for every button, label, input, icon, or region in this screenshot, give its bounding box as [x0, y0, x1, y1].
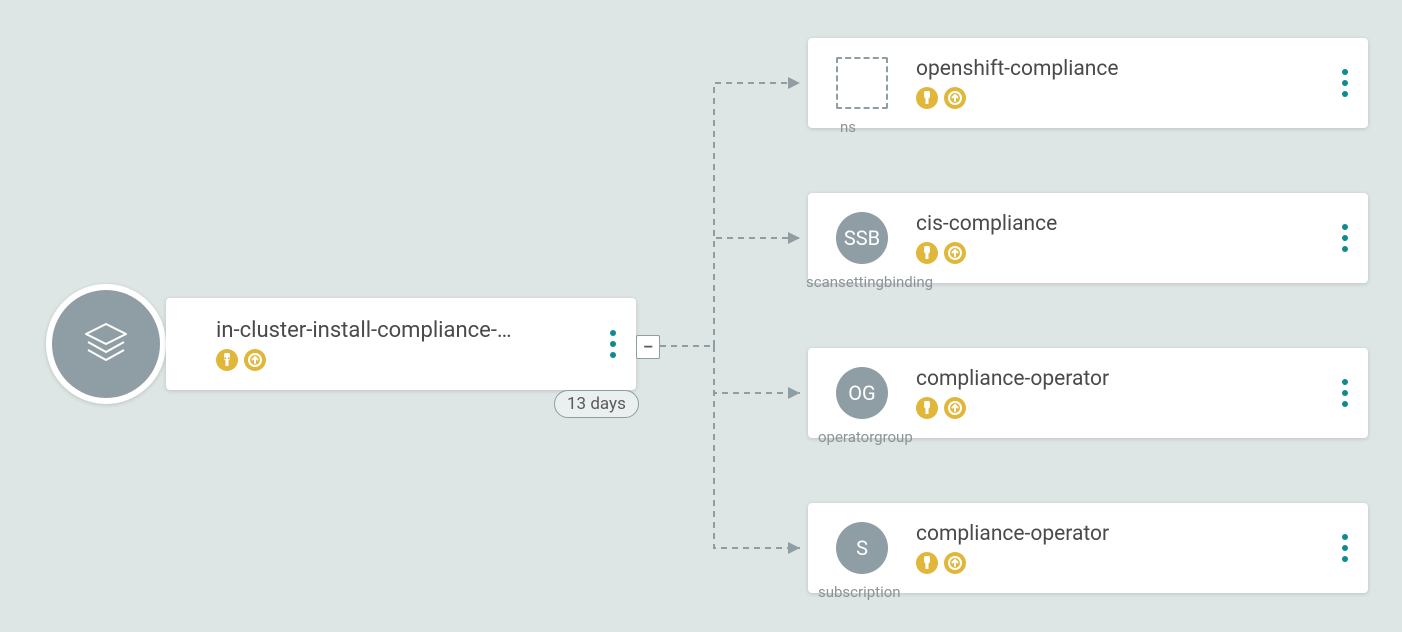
resource-kind-icon: S	[836, 522, 888, 574]
child-title: compliance-operator	[916, 522, 1322, 546]
child-actions-menu[interactable]	[1322, 534, 1368, 562]
root-actions-menu[interactable]	[590, 330, 636, 358]
child-status-row	[916, 397, 1322, 419]
root-resource-title: in-cluster-install-compliance-…	[216, 318, 590, 343]
out-of-sync-icon	[916, 552, 938, 574]
sync-status-icon	[944, 242, 966, 264]
resource-kind-label: operatorgroup	[818, 428, 913, 446]
sync-status-icon	[944, 397, 966, 419]
child-card-operatorgroup[interactable]: OG compliance-operator	[808, 348, 1368, 438]
root-resource-icon[interactable]	[46, 284, 166, 404]
child-actions-menu[interactable]	[1322, 69, 1368, 97]
resource-kind-label: ns	[840, 118, 856, 136]
out-of-sync-icon	[916, 87, 938, 109]
collapse-toggle[interactable]: –	[636, 335, 660, 359]
child-status-row	[916, 87, 1322, 109]
sync-status-icon	[944, 552, 966, 574]
child-actions-menu[interactable]	[1322, 224, 1368, 252]
child-card-subscription[interactable]: S compliance-operator	[808, 503, 1368, 593]
child-title: openshift-compliance	[916, 57, 1322, 81]
resource-kind-icon: SSB	[836, 212, 888, 264]
child-card-namespace[interactable]: openshift-compliance	[808, 38, 1368, 128]
resource-kind-short: OG	[848, 381, 875, 405]
child-actions-menu[interactable]	[1322, 379, 1368, 407]
resource-kind-label: scansettingbinding	[806, 273, 933, 291]
out-of-sync-icon	[916, 397, 938, 419]
out-of-sync-icon	[216, 349, 238, 371]
child-card-scansettingbinding[interactable]: SSB cis-compliance	[808, 193, 1368, 283]
stack-icon	[78, 316, 134, 372]
resource-tree-canvas: { "root":{ "title":"in-cluster-install-c…	[0, 0, 1402, 632]
resource-kind-short: S	[856, 536, 868, 560]
child-status-row	[916, 552, 1322, 574]
root-resource-card[interactable]: in-cluster-install-compliance-…	[166, 298, 636, 390]
resource-kind-label: subscription	[818, 583, 901, 601]
child-title: cis-compliance	[916, 212, 1322, 236]
root-age-badge: 13 days	[554, 390, 639, 418]
namespace-icon	[836, 57, 888, 109]
child-title: compliance-operator	[916, 367, 1322, 391]
sync-status-icon	[244, 349, 266, 371]
resource-kind-short: SSB	[844, 226, 880, 250]
resource-kind-icon: OG	[836, 367, 888, 419]
root-status-row	[216, 349, 590, 371]
sync-status-icon	[944, 87, 966, 109]
child-status-row	[916, 242, 1322, 264]
out-of-sync-icon	[916, 242, 938, 264]
